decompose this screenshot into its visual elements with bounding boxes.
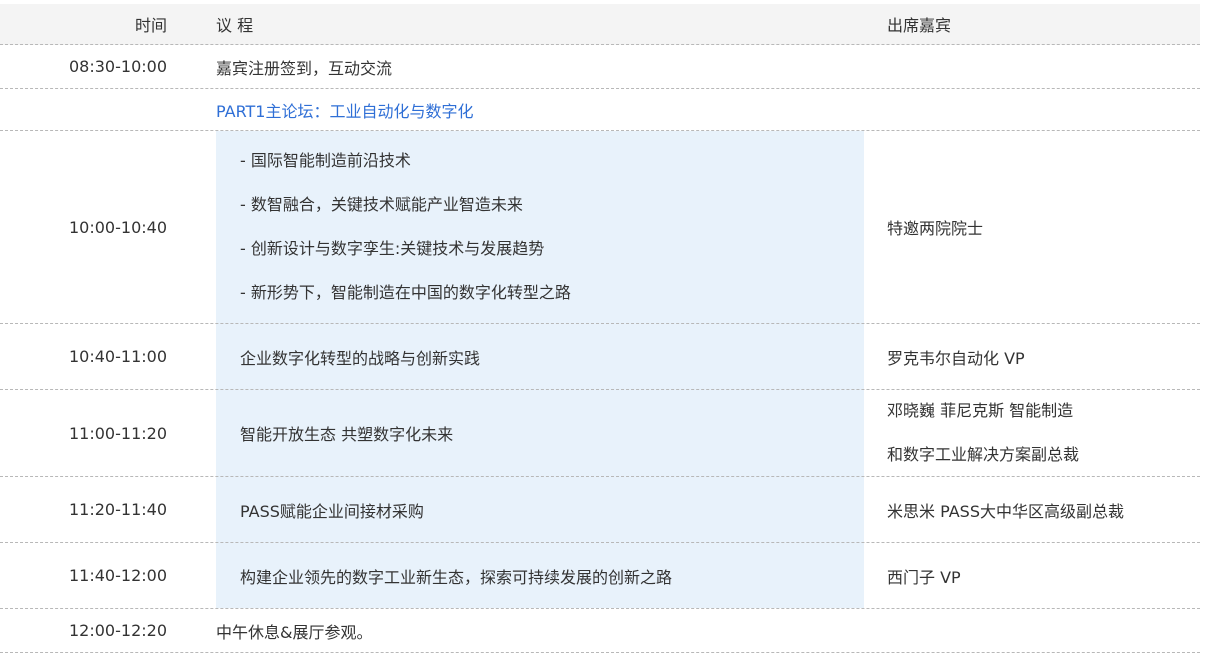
time-cell: 12:00-12:20: [69, 621, 167, 640]
table-row: 11:40-12:00 构建企业领先的数字工业新生态，探索可持续发展的创新之路 …: [0, 543, 1200, 609]
agenda-cell: 企业数字化转型的战略与创新实践: [240, 348, 481, 368]
time-cell: 08:30-10:00: [69, 57, 167, 76]
agenda-item: - 新形势下，智能制造在中国的数字化转型之路: [240, 283, 571, 302]
agenda-item: - 数智融合，关键技术赋能产业智造未来: [240, 195, 523, 214]
table-row: PART1主论坛：工业自动化与数字化: [0, 89, 1200, 131]
table-row: 11:00-11:20 智能开放生态 共塑数字化未来 邓晓巍 菲尼克斯 智能制造…: [0, 390, 1200, 477]
agenda-table: 时间 议 程 出席嘉宾 08:30-10:00 嘉宾注册签到，互动交流 PART…: [0, 0, 1205, 654]
agenda-cell: 嘉宾注册签到，互动交流: [216, 58, 393, 78]
time-cell: 11:20-11:40: [69, 500, 167, 519]
speaker-cell: 罗克韦尔自动化 VP: [887, 348, 1025, 368]
speaker-cell: 米思米 PASS大中华区高级副总裁: [887, 501, 1124, 521]
header-agenda: 议 程: [216, 16, 254, 35]
agenda-cell: 中午休息&展厅参观。: [216, 622, 373, 642]
header-speaker: 出席嘉宾: [887, 16, 952, 35]
agenda-list: - 国际智能制造前沿技术 - 数智融合，关键技术赋能产业智造未来 - 创新设计与…: [240, 131, 571, 323]
time-cell: 11:40-12:00: [69, 566, 167, 585]
table-header: 时间 议 程 出席嘉宾: [0, 4, 1200, 45]
agenda-item: - 创新设计与数字孪生:关键技术与发展趋势: [240, 239, 545, 258]
table-row: 11:20-11:40 PASS赋能企业间接材采购 米思米 PASS大中华区高级…: [0, 477, 1200, 543]
speaker-cell: 特邀两院院士: [887, 219, 984, 238]
agenda-item: - 国际智能制造前沿技术: [240, 151, 411, 170]
agenda-cell: 构建企业领先的数字工业新生态，探索可持续发展的创新之路: [240, 567, 673, 587]
table-row: 12:00-12:20 中午休息&展厅参观。: [0, 609, 1200, 653]
table-row: 10:40-11:00 企业数字化转型的战略与创新实践 罗克韦尔自动化 VP: [0, 324, 1200, 390]
speaker-cell: 西门子 VP: [887, 567, 961, 587]
speaker-line: 邓晓巍 菲尼克斯 智能制造: [887, 401, 1074, 420]
agenda-cell: PASS赋能企业间接材采购: [240, 501, 424, 521]
table-row: 08:30-10:00 嘉宾注册签到，互动交流: [0, 45, 1200, 89]
time-cell: 10:00-10:40: [69, 217, 167, 237]
speaker-cell: 邓晓巍 菲尼克斯 智能制造 和数字工业解决方案副总裁: [887, 390, 1079, 476]
agenda-cell: 智能开放生态 共塑数字化未来: [240, 425, 454, 444]
time-cell: 10:40-11:00: [69, 347, 167, 366]
speaker-line: 和数字工业解决方案副总裁: [887, 445, 1080, 464]
table-row: 10:00-10:40 - 国际智能制造前沿技术 - 数智融合，关键技术赋能产业…: [0, 131, 1200, 324]
time-cell: 11:00-11:20: [69, 423, 167, 443]
section-title: PART1主论坛：工业自动化与数字化: [216, 101, 474, 121]
header-time: 时间: [134, 16, 167, 35]
